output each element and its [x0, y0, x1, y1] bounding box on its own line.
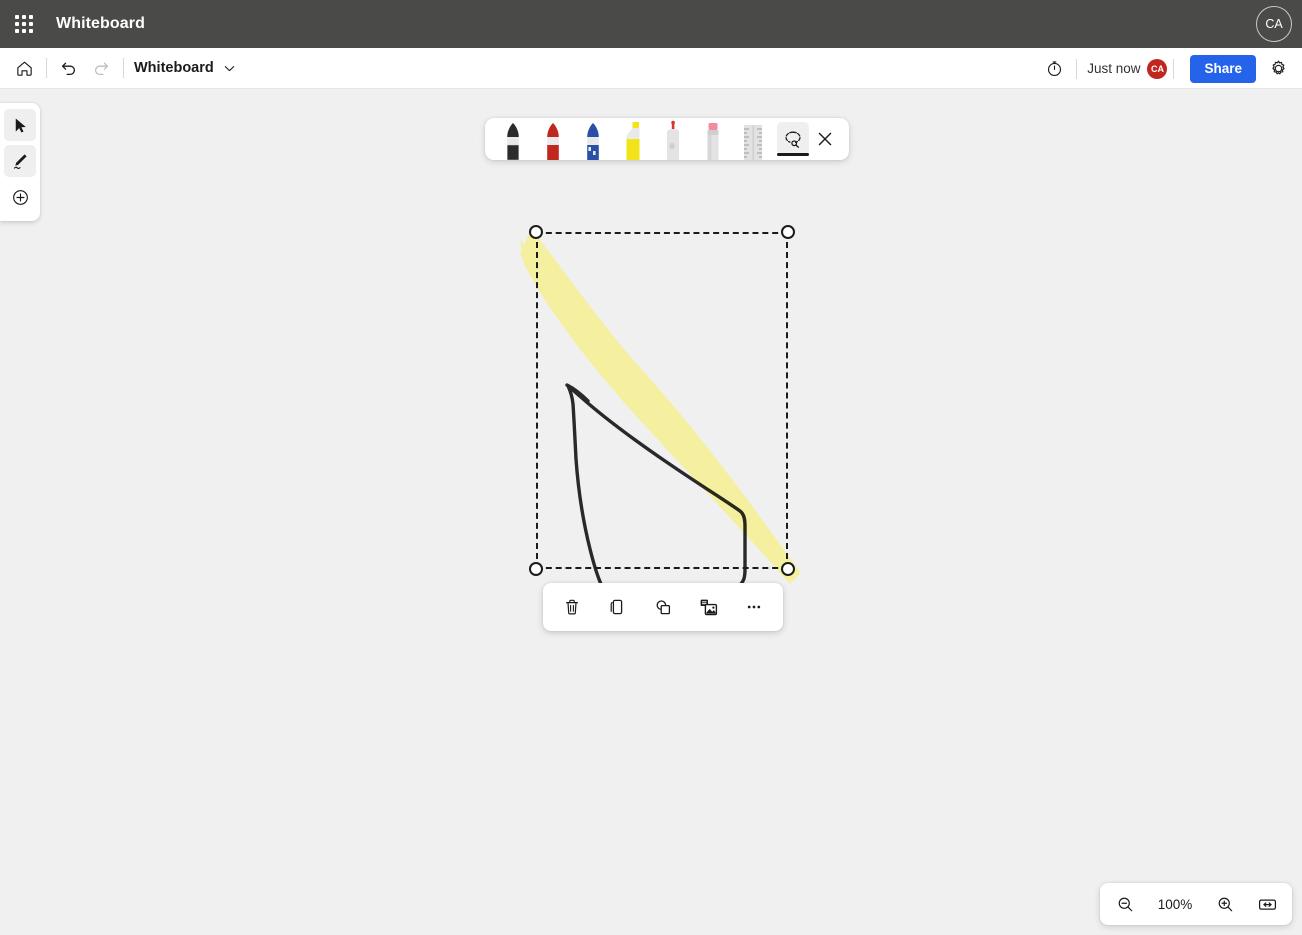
- yellow-highlighter-button[interactable]: [613, 118, 653, 160]
- divider: [1173, 58, 1175, 79]
- zoom-controls: 100%: [1100, 883, 1292, 925]
- pen-tool-button[interactable]: [4, 145, 36, 177]
- document-title[interactable]: Whiteboard: [134, 60, 214, 76]
- ink-to-image-button[interactable]: [692, 590, 726, 624]
- zoom-level-value[interactable]: 100%: [1151, 897, 1199, 912]
- left-tool-rail: [0, 103, 40, 221]
- more-options-button[interactable]: [737, 590, 771, 624]
- app-launcher-button[interactable]: [0, 0, 48, 48]
- pink-highlighter-icon: [707, 123, 719, 160]
- ink-toolbar: [485, 118, 849, 160]
- resize-handle-bottom-right[interactable]: [781, 562, 795, 576]
- pen-stem-tick: [565, 383, 590, 403]
- close-icon: [818, 132, 832, 146]
- red-pen-button[interactable]: [533, 118, 573, 160]
- whiteboard-app: Whiteboard CA Whiteboard Just now CA Sha…: [0, 0, 1302, 935]
- divider: [123, 58, 124, 78]
- blue-pen-button[interactable]: [573, 118, 613, 160]
- image-text-icon: [700, 599, 718, 615]
- selection-context-toolbar: [543, 583, 783, 631]
- lasso-select-button[interactable]: [777, 122, 809, 156]
- select-tool-button[interactable]: [4, 109, 36, 141]
- zoom-out-icon: [1118, 897, 1132, 911]
- fit-to-screen-button[interactable]: [1251, 888, 1283, 920]
- black-pen-button[interactable]: [493, 118, 533, 160]
- home-icon: [16, 61, 32, 76]
- ink-artwork: [520, 229, 800, 621]
- account-avatar[interactable]: CA: [1256, 6, 1292, 42]
- resize-handle-bottom-left[interactable]: [529, 562, 543, 576]
- gear-icon: [1271, 60, 1285, 75]
- share-button[interactable]: Share: [1190, 54, 1256, 83]
- divider: [46, 58, 47, 78]
- lasso-icon: [785, 131, 801, 148]
- document-title-chevron-down-icon[interactable]: [223, 62, 236, 75]
- zoom-in-icon: [1218, 897, 1232, 911]
- pink-highlighter-button[interactable]: [693, 118, 733, 160]
- add-tool-button[interactable]: [4, 181, 36, 213]
- version-history-button[interactable]: [1038, 53, 1070, 85]
- command-bar: Whiteboard Just now CA Share: [0, 48, 1302, 89]
- home-button[interactable]: [8, 52, 40, 84]
- redo-icon: [94, 62, 109, 76]
- fit-to-screen-icon: [1258, 898, 1276, 910]
- resize-handle-top-left[interactable]: [529, 225, 543, 239]
- close-ink-toolbar-button[interactable]: [809, 122, 841, 156]
- delete-button[interactable]: [555, 590, 589, 624]
- collaborator-avatar[interactable]: CA: [1147, 58, 1168, 79]
- whiteboard-canvas[interactable]: 100%: [0, 89, 1302, 935]
- resize-handle-top-right[interactable]: [781, 225, 795, 239]
- trash-icon: [565, 599, 578, 615]
- red-pen-icon: [547, 123, 559, 160]
- command-bar-right: Just now CA Share: [1038, 48, 1294, 89]
- divider: [1076, 58, 1078, 79]
- selected-indicator: [777, 153, 809, 156]
- yellow-highlighter-icon: [626, 122, 640, 160]
- black-pen-icon: [506, 123, 520, 160]
- undo-icon: [61, 62, 76, 76]
- suite-header: Whiteboard CA: [0, 0, 1302, 48]
- shapes-icon: [656, 600, 671, 615]
- pen-icon: [13, 154, 27, 169]
- eraser-icon: [667, 120, 679, 160]
- duplicate-button[interactable]: [600, 590, 634, 624]
- selection-bounding-box: [529, 225, 795, 576]
- ink-to-shape-button[interactable]: [646, 590, 680, 624]
- copy-icon: [610, 599, 623, 615]
- ruler-icon: [744, 125, 762, 160]
- eraser-button[interactable]: [653, 118, 693, 160]
- clock-history-icon: [1047, 61, 1061, 77]
- redo-button[interactable]: [85, 52, 117, 84]
- save-status-text: Just now: [1087, 61, 1141, 76]
- waffle-grid-icon: [15, 15, 33, 33]
- suite-app-title: Whiteboard: [56, 15, 145, 32]
- undo-button[interactable]: [53, 52, 85, 84]
- settings-button[interactable]: [1262, 53, 1294, 85]
- zoom-in-button[interactable]: [1209, 888, 1241, 920]
- cursor-arrow-icon: [15, 117, 26, 133]
- highlighter-stroke: [520, 229, 800, 581]
- highlighter-stroke-2: [520, 239, 800, 584]
- plus-circle-icon: [12, 189, 28, 205]
- zoom-out-button[interactable]: [1109, 888, 1141, 920]
- blue-pen-icon: [587, 123, 599, 160]
- ruler-button[interactable]: [733, 118, 773, 160]
- ellipsis-icon: [748, 605, 761, 609]
